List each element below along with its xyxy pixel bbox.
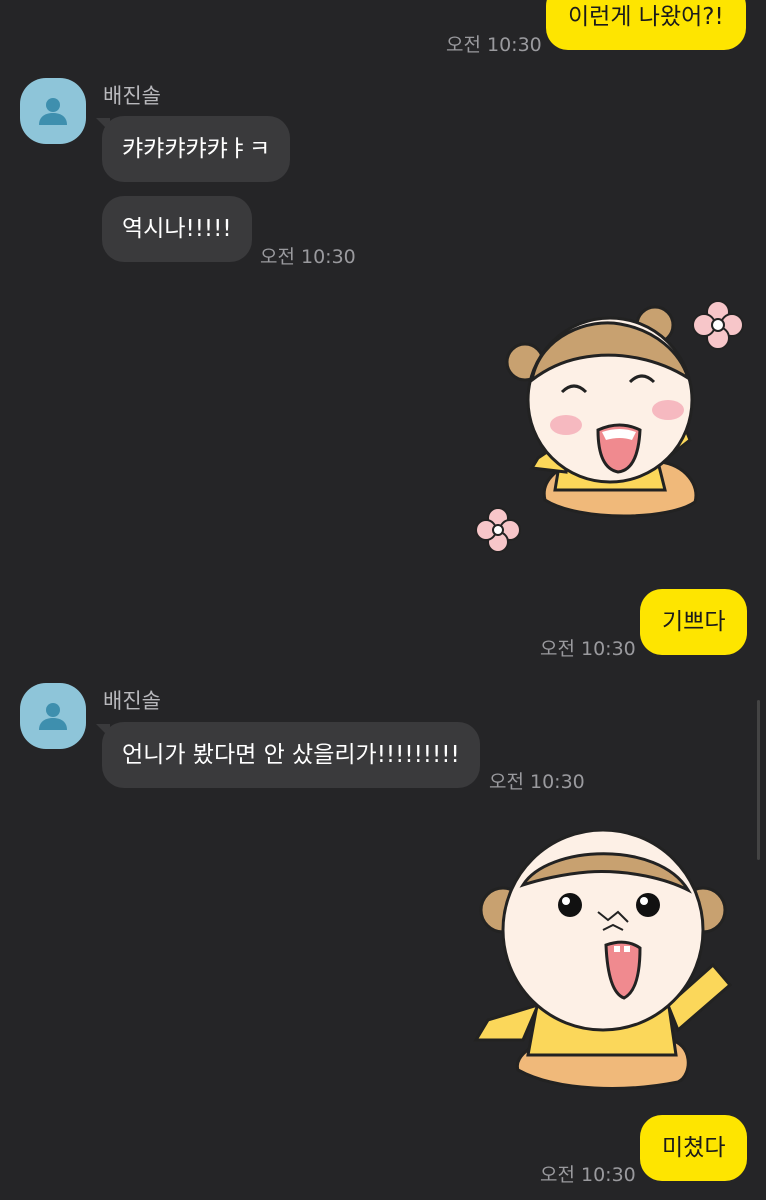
other-message-bubble[interactable]: 역시나!!!!! [102,196,252,262]
avatar[interactable] [20,78,86,144]
user-silhouette-icon [39,98,67,125]
message-time: 오전 10:30 [540,638,636,660]
user-silhouette-icon [39,703,67,730]
message-time: 오전 10:30 [260,246,356,268]
my-message-bubble[interactable]: 이런게 나왔어?! [546,0,746,50]
my-message-bubble[interactable]: 미쳤다 [640,1115,748,1181]
flower-icon [692,300,744,350]
flower-icon [475,507,521,553]
shocked-girl-sticker[interactable] [468,830,738,1100]
sender-name: 배진솔 [103,84,161,108]
other-message-bubble[interactable]: 언니가 봤다면 안 샀을리가!!!!!!!!! [102,722,480,788]
avatar[interactable] [20,683,86,749]
sender-name: 배진솔 [103,689,161,713]
other-message-bubble[interactable]: 캬캬캬캬캬ㅑㅋ [102,116,291,182]
happy-girl-sticker[interactable] [470,290,750,560]
message-time: 오전 10:30 [489,771,585,793]
message-time: 오전 10:30 [446,34,542,56]
message-time: 오전 10:30 [540,1164,636,1186]
my-message-bubble[interactable]: 기쁘다 [640,589,748,655]
scrollbar[interactable] [757,700,760,860]
